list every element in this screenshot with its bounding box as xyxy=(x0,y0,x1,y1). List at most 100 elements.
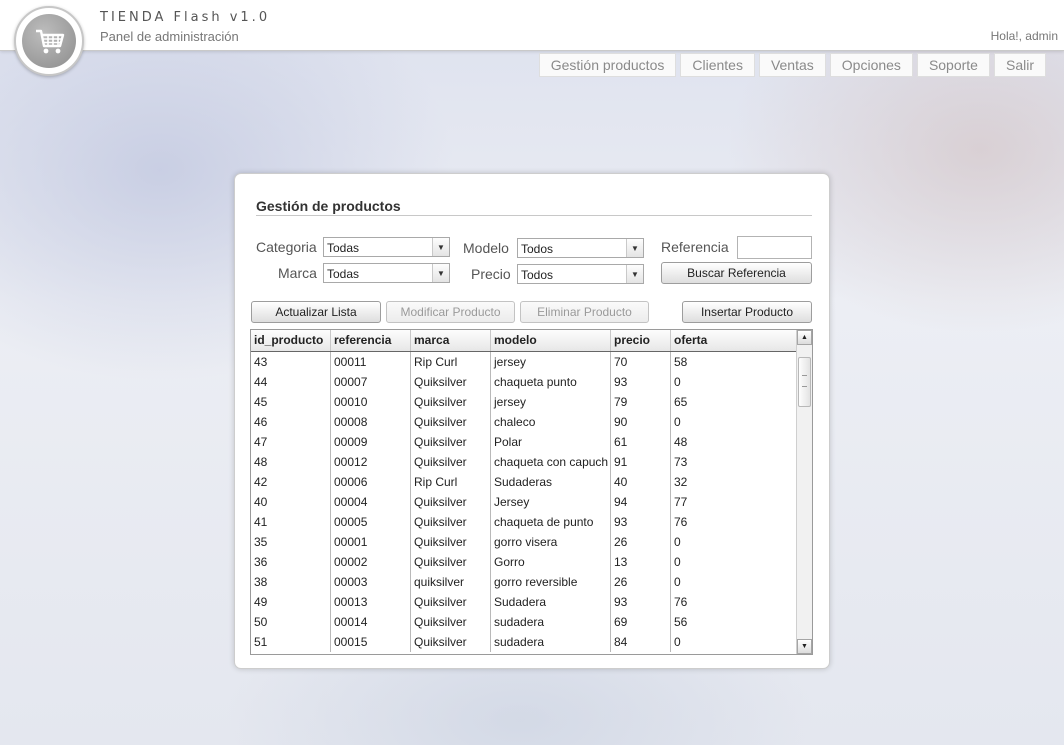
table-cell: 42 xyxy=(251,472,331,492)
nav-salir[interactable]: Salir xyxy=(993,53,1046,77)
table-cell: 43 xyxy=(251,352,331,372)
table-cell: 48 xyxy=(251,452,331,472)
table-cell: chaqueta con capuch xyxy=(491,452,611,472)
table-row[interactable]: 45 00010 Quiksilver jersey 79 65 xyxy=(251,392,797,412)
table-cell: 76 xyxy=(674,595,688,609)
categoria-label: Categoria xyxy=(256,239,317,255)
table-cell: Quiksilver xyxy=(411,612,491,632)
nav-soporte[interactable]: Soporte xyxy=(916,53,990,77)
chevron-down-icon[interactable]: ▼ xyxy=(626,239,643,257)
table-cell: 00001 xyxy=(331,532,411,552)
table-cell: Quiksilver xyxy=(411,592,491,612)
column-header[interactable]: id_producto xyxy=(251,330,331,351)
vertical-scrollbar[interactable]: ▲ ▼ xyxy=(796,330,812,654)
table-cell: Quiksilver xyxy=(411,432,491,452)
table-row[interactable]: 35 00001 Quiksilver gorro visera 26 0 xyxy=(251,532,797,552)
table-cell: 00007 xyxy=(331,372,411,392)
table-cell: Quiksilver xyxy=(411,372,491,392)
table-row[interactable]: 47 00009 Quiksilver Polar 61 48 xyxy=(251,432,797,452)
scrollbar-thumb[interactable] xyxy=(798,357,811,407)
table-cell: Quiksilver xyxy=(411,492,491,512)
insertar-producto-button[interactable]: Insertar Producto xyxy=(682,301,812,323)
table-cell: Gorro xyxy=(491,552,611,572)
table-cell: 00006 xyxy=(331,472,411,492)
table-cell: 93 xyxy=(611,372,671,392)
table-row[interactable]: 42 00006 Rip Curl Sudaderas 40 32 xyxy=(251,472,797,492)
table-row[interactable]: 46 00008 Quiksilver chaleco 90 0 xyxy=(251,412,797,432)
table-row[interactable]: 43 00011 Rip Curl jersey 70 58 xyxy=(251,352,797,372)
table-cell: 0 xyxy=(674,575,681,589)
modificar-producto-button[interactable]: Modificar Producto xyxy=(386,301,515,323)
user-greeting: Hola!, admin xyxy=(990,29,1058,43)
table-cell: 47 xyxy=(251,432,331,452)
table-cell: 93 xyxy=(611,512,671,532)
column-header[interactable]: oferta xyxy=(671,330,797,351)
chevron-down-icon[interactable]: ▼ xyxy=(626,265,643,283)
table-row[interactable]: 41 00005 Quiksilver chaqueta de punto 93 76 xyxy=(251,512,797,532)
table-cell: 0 xyxy=(674,535,681,549)
table-cell: 26 xyxy=(611,572,671,592)
table-cell: 00012 xyxy=(331,452,411,472)
app-subtitle: Panel de administración xyxy=(100,29,239,44)
chevron-down-icon[interactable]: ▼ xyxy=(432,238,449,256)
panel-title: Gestión de productos xyxy=(256,198,401,214)
table-cell: 00004 xyxy=(331,492,411,512)
table-body: 43 00011 Rip Curl jersey 70 58 44 00007 Quiksilv… xyxy=(251,352,797,652)
nav-ventas[interactable]: Ventas xyxy=(758,53,826,77)
table-cell: 0 xyxy=(674,555,681,569)
table-cell: Sudadera xyxy=(491,592,611,612)
table-cell: sudadera xyxy=(491,632,611,652)
table-cell: Quiksilver xyxy=(411,452,491,472)
table-cell: 0 xyxy=(674,635,681,649)
buscar-referencia-button[interactable]: Buscar Referencia xyxy=(661,262,812,284)
table-row[interactable]: 40 00004 Quiksilver Jersey 94 77 xyxy=(251,492,797,512)
table-row[interactable]: 51 00015 Quiksilver sudadera 84 0 xyxy=(251,632,797,652)
table-cell: Quiksilver xyxy=(411,392,491,412)
chevron-down-icon[interactable]: ▼ xyxy=(432,264,449,282)
modelo-label: Modelo xyxy=(463,240,509,256)
modelo-select[interactable]: Todos ▼ xyxy=(517,238,644,258)
table-cell: 69 xyxy=(611,612,671,632)
table-cell: 44 xyxy=(251,372,331,392)
table-row[interactable]: 48 00012 Quiksilver chaqueta con capuch 91 73 xyxy=(251,452,797,472)
column-header[interactable]: referencia xyxy=(331,330,411,351)
shopping-cart-icon xyxy=(14,6,84,76)
table-cell: 48 xyxy=(674,435,688,449)
table-row[interactable]: 38 00003 quiksilver gorro reversible 26 0 xyxy=(251,572,797,592)
table-cell: 84 xyxy=(611,632,671,652)
table-cell: 49 xyxy=(251,592,331,612)
nav-clientes[interactable]: Clientes xyxy=(680,53,755,77)
table-row[interactable]: 44 00007 Quiksilver chaqueta punto 93 0 xyxy=(251,372,797,392)
column-header[interactable]: modelo xyxy=(491,330,611,351)
table-cell: 00015 xyxy=(331,632,411,652)
table-cell: chaleco xyxy=(491,412,611,432)
actualizar-lista-button[interactable]: Actualizar Lista xyxy=(251,301,381,323)
table-row[interactable]: 36 00002 Quiksilver Gorro 13 0 xyxy=(251,552,797,572)
marca-select[interactable]: Todas ▼ xyxy=(323,263,450,283)
arrow-down-icon[interactable]: ▼ xyxy=(797,639,812,654)
modelo-value: Todos xyxy=(521,242,554,256)
eliminar-producto-button[interactable]: Eliminar Producto xyxy=(520,301,649,323)
nav-opciones[interactable]: Opciones xyxy=(829,53,913,77)
table-row[interactable]: 49 00013 Quiksilver Sudadera 93 76 xyxy=(251,592,797,612)
marca-label: Marca xyxy=(278,265,317,281)
categoria-select[interactable]: Todas ▼ xyxy=(323,237,450,257)
table-cell: 00002 xyxy=(331,552,411,572)
column-header[interactable]: precio xyxy=(611,330,671,351)
referencia-input[interactable] xyxy=(737,236,812,259)
table-cell: Jersey xyxy=(491,492,611,512)
app-title: TIENDA Flash v1.0 xyxy=(100,10,271,25)
precio-label: Precio xyxy=(471,266,511,282)
table-row[interactable]: 50 00014 Quiksilver sudadera 69 56 xyxy=(251,612,797,632)
arrow-up-icon[interactable]: ▲ xyxy=(797,330,812,345)
column-header[interactable]: marca xyxy=(411,330,491,351)
table-cell: 91 xyxy=(611,452,671,472)
table-cell: jersey xyxy=(491,352,611,372)
table-cell: 51 xyxy=(251,632,331,652)
precio-select[interactable]: Todos ▼ xyxy=(517,264,644,284)
nav-gestion-productos[interactable]: Gestión productos xyxy=(538,53,677,77)
table-cell: 77 xyxy=(674,495,688,509)
table-cell: sudadera xyxy=(491,612,611,632)
table-cell: Rip Curl xyxy=(411,472,491,492)
products-table[interactable]: id_producto referencia marca modelo prec… xyxy=(250,329,813,655)
